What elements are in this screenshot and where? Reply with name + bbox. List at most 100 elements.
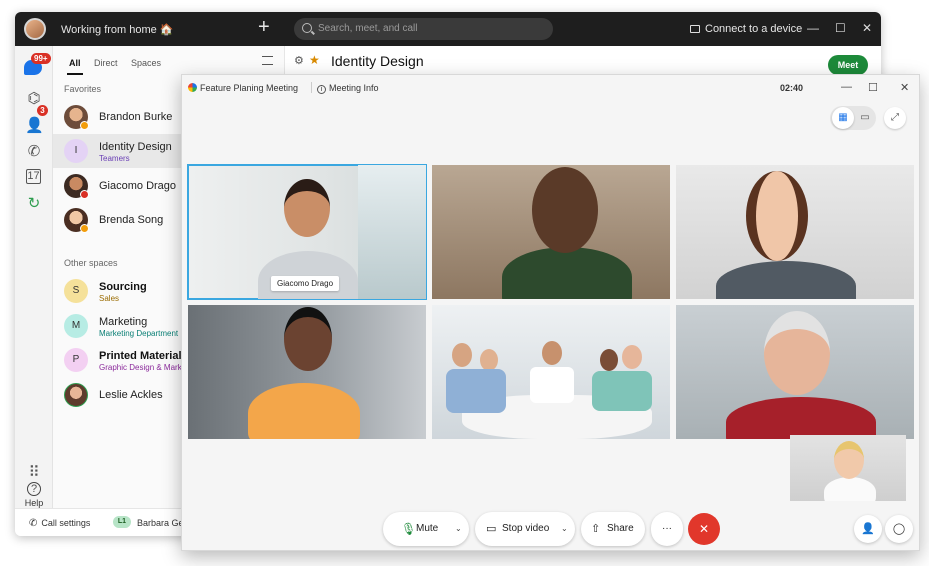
close-icon[interactable]: ✕ (900, 81, 909, 94)
help-icon[interactable]: ? (27, 482, 41, 496)
connect-device-button[interactable]: Connect to a device (690, 23, 802, 35)
conversation-tabs: All Direct Spaces (53, 46, 284, 76)
person-body (446, 369, 506, 413)
minimize-icon[interactable]: — (841, 81, 852, 93)
contacts-badge: 3 (37, 105, 48, 116)
video-tile-participant-6[interactable] (676, 305, 914, 439)
plus-icon[interactable]: + (258, 16, 270, 39)
apps-icon[interactable]: ⠿ (25, 464, 43, 482)
close-icon[interactable]: ✕ (862, 21, 872, 35)
stop-video-label: Stop video (502, 523, 550, 534)
person-head (532, 167, 598, 253)
chevron-down-icon[interactable]: ⌄ (561, 512, 568, 546)
video-tile-participant-4[interactable] (188, 305, 426, 439)
meeting-title: Feature Planing Meeting (188, 83, 298, 93)
avatar: P (64, 348, 88, 372)
filter-icon[interactable] (262, 56, 273, 65)
meeting-title-text: Feature Planing Meeting (200, 83, 299, 93)
space-team: Sales (99, 294, 120, 303)
presence-indicator (80, 224, 89, 233)
video-tile-conference-room[interactable] (432, 305, 670, 439)
person-body (248, 383, 360, 439)
mute-label: Mute (416, 523, 439, 534)
contact-name: Giacomo Drago (99, 180, 177, 192)
person-body (592, 371, 652, 411)
status-text[interactable]: Working from home 🏠 (61, 23, 174, 36)
contacts-icon[interactable]: 👤 (25, 117, 44, 135)
avatar: M (64, 314, 88, 338)
minimize-icon[interactable]: — (807, 21, 819, 35)
title-bar: Working from home 🏠 + Search, meet, and … (15, 12, 881, 46)
other-spaces-heading: Other spaces (64, 258, 118, 268)
gear-icon[interactable]: ⚙ (294, 54, 304, 67)
avatar: I (64, 139, 88, 163)
webex-logo-icon (188, 83, 197, 92)
meeting-window: Feature Planing Meeting i Meeting Info 02… (181, 74, 920, 551)
phone-settings-icon: ✆ (29, 518, 38, 529)
video-camera-icon: ▭ (486, 523, 497, 535)
person-head (480, 349, 498, 371)
star-icon[interactable]: ★ (309, 53, 320, 67)
share-button[interactable]: ⇧ Share (581, 512, 645, 546)
contact-name: Leslie Ackles (99, 389, 163, 401)
person-head (542, 341, 562, 365)
divider (311, 82, 312, 93)
space-name: Printed Material (99, 350, 182, 362)
user-initials-badge: L1 (113, 516, 131, 528)
presence-indicator (80, 121, 89, 130)
search-input[interactable]: Search, meet, and call (294, 18, 553, 40)
stage: Working from home 🏠 + Search, meet, and … (0, 0, 929, 566)
person-head (622, 345, 642, 369)
tab-spaces[interactable]: Spaces (131, 58, 161, 68)
connect-label: Connect to a device (705, 23, 803, 35)
chat-icon[interactable]: ◯ (885, 515, 913, 543)
grid-layout-icon[interactable]: ▦ (832, 107, 854, 129)
end-call-button[interactable]: ✕ (688, 513, 720, 545)
mute-button[interactable]: 🎙 Mute ⌄ (383, 512, 469, 546)
video-tile-giacomo-drago[interactable]: Giacomo Drago (187, 164, 427, 300)
video-tile-participant-3[interactable] (676, 165, 914, 299)
device-icon (690, 25, 700, 33)
contact-name: Brandon Burke (99, 111, 173, 123)
person-body (726, 397, 876, 439)
meeting-titlebar: Feature Planing Meeting i Meeting Info 02… (182, 75, 919, 101)
fullscreen-icon[interactable]: ⤢ (884, 107, 906, 129)
avatar (64, 383, 88, 407)
chevron-down-icon[interactable]: ⌄ (455, 512, 462, 546)
maximize-icon[interactable]: ☐ (835, 21, 846, 35)
share-icon: ⇧ (591, 523, 601, 535)
person-head (284, 307, 332, 371)
contact-name: Brenda Song (99, 214, 164, 226)
meeting-info-button[interactable]: i Meeting Info (317, 83, 379, 94)
refresh-icon[interactable]: ↻ (25, 195, 43, 213)
participants-icon[interactable]: 👤 (854, 515, 882, 543)
calendar-icon[interactable]: 17 (26, 169, 41, 184)
self-view-video[interactable] (790, 435, 906, 501)
space-team: Marketing Department (99, 329, 179, 338)
tab-all[interactable]: All (67, 58, 82, 75)
space-name: Sourcing (99, 281, 147, 293)
more-options-button[interactable]: ··· (651, 512, 683, 546)
person-body (258, 251, 358, 299)
meeting-info-label: Meeting Info (329, 83, 379, 93)
stop-video-button[interactable]: ▭ Stop video ⌄ (475, 512, 575, 546)
my-avatar[interactable] (24, 18, 46, 40)
avatar: S (64, 279, 88, 303)
person-head (284, 179, 330, 237)
microphone-icon: 🎙 (401, 522, 417, 536)
share-label: Share (607, 523, 634, 534)
person-body (502, 247, 632, 299)
favorites-heading: Favorites (64, 84, 102, 94)
space-team: Teamers (99, 154, 130, 163)
maximize-icon[interactable]: ☐ (868, 81, 878, 94)
calls-icon[interactable]: ✆ (25, 143, 43, 161)
video-tile-participant-2[interactable] (432, 165, 670, 299)
person-body (824, 477, 876, 501)
space-name: Identity Design (99, 141, 172, 153)
help-label[interactable]: Help (15, 498, 53, 508)
more-icon: ··· (662, 523, 672, 534)
tab-direct[interactable]: Direct (94, 58, 118, 68)
stage-layout-icon[interactable]: ▭ (854, 107, 876, 129)
call-settings-button[interactable]: ✆ Call settings (29, 518, 90, 529)
meet-button[interactable]: Meet (828, 55, 868, 75)
